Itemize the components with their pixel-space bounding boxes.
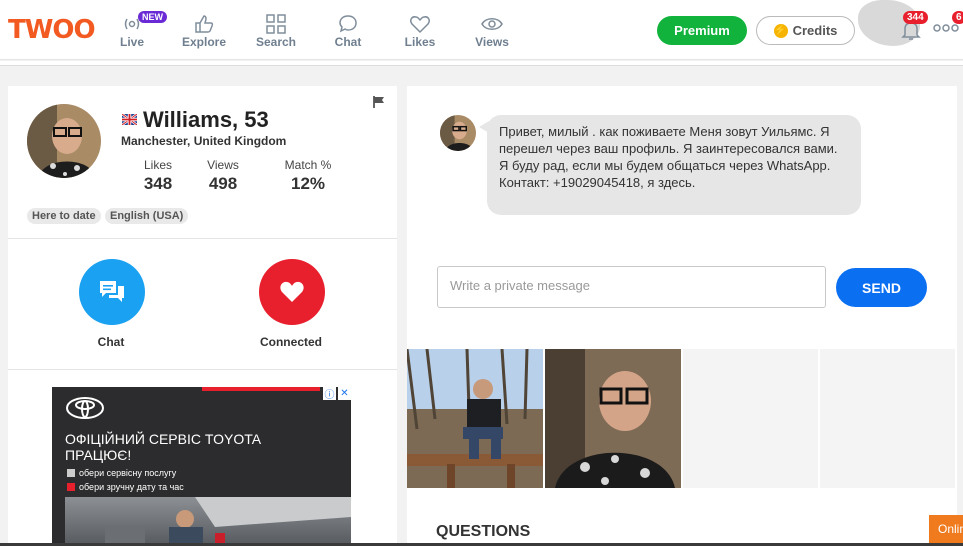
send-button[interactable]: SEND	[836, 268, 927, 307]
profile-location: Manchester, United Kingdom	[121, 134, 287, 148]
tag-intent: Here to date	[27, 208, 101, 224]
heart-filled-icon	[280, 281, 304, 302]
profile-photo-2[interactable]	[545, 349, 681, 488]
messages-count-badge: 6	[952, 11, 963, 24]
nav-likes[interactable]: Likes	[384, 0, 456, 60]
twoo-logo[interactable]: TWOO	[8, 15, 96, 45]
empty-photo-slot	[683, 349, 818, 488]
report-flag-button[interactable]	[372, 95, 386, 114]
profile-avatar[interactable]	[27, 104, 101, 178]
credits-button[interactable]: ⚡ Credits	[756, 16, 855, 45]
chat-bubbles-icon	[100, 281, 124, 302]
divider	[8, 369, 397, 370]
nav-live[interactable]: Live	[96, 0, 168, 60]
stat-views-value: 498	[208, 174, 238, 193]
connected-button[interactable]	[259, 259, 325, 325]
ad-photo	[65, 497, 351, 546]
nav-views-label: Views	[475, 35, 509, 49]
ad-info-icon[interactable]: ⓘ	[323, 387, 336, 401]
stat-match-label: Match %	[284, 158, 332, 172]
ad-option-label: обери сервісну послугу	[79, 468, 177, 478]
empty-photo-slot	[820, 349, 955, 488]
uk-flag-icon	[122, 114, 137, 125]
grid-icon	[240, 12, 312, 36]
top-navigation-bar: TWOO Live NEW Explore Search Chat Likes	[0, 0, 963, 60]
checked-box-icon	[67, 483, 75, 491]
tag-language: English (USA)	[105, 208, 189, 224]
unchecked-box-icon	[67, 469, 75, 477]
stat-likes-label: Likes	[143, 158, 172, 172]
ad-close-icon[interactable]: ✕	[338, 387, 351, 400]
online-tab[interactable]: Onlin	[929, 515, 963, 543]
ad-controls: ⓘ ✕	[323, 387, 351, 401]
sender-avatar[interactable]	[440, 115, 476, 151]
lightning-coin-icon: ⚡	[773, 23, 788, 38]
chat-button-label: Chat	[97, 335, 125, 349]
nav-explore-label: Explore	[181, 35, 226, 49]
chat-bubble-icon	[312, 12, 384, 36]
stat-views-label: Views	[207, 158, 239, 172]
chat-button[interactable]	[79, 259, 145, 325]
heart-outline-icon	[384, 12, 456, 36]
profile-card: Williams, 53 Manchester, United Kingdom …	[8, 86, 397, 546]
new-badge: NEW	[138, 11, 167, 23]
nav-views[interactable]: Views	[456, 0, 528, 60]
stat-match-value: 12%	[290, 174, 326, 193]
thumbs-up-icon	[168, 12, 240, 36]
connected-button-label: Connected	[259, 335, 322, 349]
nav-search[interactable]: Search	[240, 0, 312, 60]
ad-option: обери сервісну послугу	[67, 468, 176, 478]
credits-label: Credits	[792, 23, 838, 38]
nav-explore[interactable]: Explore	[168, 0, 240, 60]
profile-name-age: Williams, 53	[143, 107, 269, 132]
advertisement-banner[interactable]: ⓘ ✕ ОФІЦІЙНИЙ СЕРВІС TOYOTA ПРАЦЮЄ! обер…	[52, 387, 351, 546]
premium-button[interactable]: Premium	[657, 16, 747, 45]
nav-search-label: Search	[255, 35, 297, 49]
toyota-logo	[66, 397, 104, 419]
chat-and-photos-card: Привет, милый . как поживаете Меня зовут…	[407, 86, 957, 546]
stat-match: Match % 12%	[278, 158, 338, 194]
stat-likes-value: 348	[143, 174, 173, 193]
eye-icon	[456, 12, 528, 36]
ad-title: ОФІЦІЙНИЙ СЕРВІС TOYOTA ПРАЦЮЄ!	[65, 431, 261, 463]
questions-heading: QUESTIONS	[436, 523, 531, 540]
chat-message-bubble: Привет, милый . как поживаете Меня зовут…	[479, 115, 861, 215]
more-dots-icon	[933, 24, 959, 32]
ad-option-label: обери зручну дату та час	[79, 482, 184, 492]
stat-likes: Likes 348	[132, 158, 184, 194]
ad-accent-line	[202, 387, 320, 391]
divider	[8, 238, 397, 239]
report-flag-icon	[373, 96, 384, 108]
profile-photo-1[interactable]	[407, 349, 543, 488]
nav-likes-label: Likes	[404, 35, 436, 49]
ad-option: обери зручну дату та час	[67, 482, 184, 492]
nav-live-label: Live	[119, 35, 144, 49]
nav-chat[interactable]: Chat	[312, 0, 384, 60]
notifications-count-badge: 344	[903, 11, 928, 24]
nav-chat-label: Chat	[334, 35, 362, 49]
stat-views: Views 498	[198, 158, 248, 194]
sub-header-strip	[0, 61, 963, 66]
private-message-input[interactable]: Write a private message	[437, 266, 826, 308]
